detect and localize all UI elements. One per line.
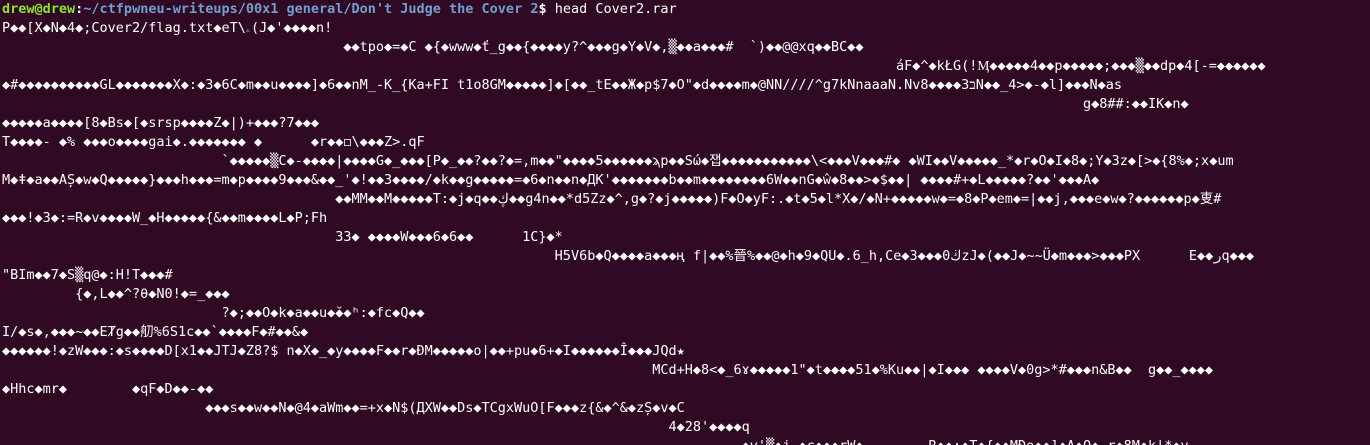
output-line: ◆◆◆!◆3◆:=R◆v◆◆◆◆W_◆H◆◆◆◆◆{&◆◆m◆◆◆◆L◆P;Fh <box>2 210 328 226</box>
prompt-line: drew@drew:~/ctfpwneu-writeups/00x1 gener… <box>2 0 1370 19</box>
prompt-path: ~/ctfpwneu-writeups/00x1 general/Don't J… <box>83 1 539 17</box>
output-line: MCd+H◆8<◆_6ɤ◆◆◆◆◆1"◆t◆◆◆◆51◆%Ku◆◆|◆I◆◆◆ … <box>2 362 1214 378</box>
output-line: ?◆;◆◆O◆k◆a◆◆u◆̆◆◆ʰ:◆fc◆Q◆◆ <box>2 305 425 321</box>
prompt-dollar: $ <box>538 1 555 17</box>
command-text: head Cover2.rar <box>554 1 677 17</box>
output-line: ◆◆◆◆◆◆!◆zW◆◆◆:◆s◆◆◆◆D[x1◆◆JTJ◆Z8?$ n◆X◆_… <box>2 343 685 359</box>
output-line: `◆◆◆◆◆▒C◆-◆◆◆◆|◆◆◆◆G◆_◆◆◆[P◆_◆◆?◆◆?◆=,m◆… <box>2 153 1234 169</box>
output-line: 4◆28'◆◆◆◆q <box>2 419 750 435</box>
output-line: ◆◆tpo◆=◆C ◆{◆www◆ť_g◆◆{◆◆◆◆y?^◆◆◆g◆Y◆V◆,… <box>2 39 864 55</box>
output-line: ◆v'▒◆j ◆c◆◆◆rW◆ R◆◆;◆T◆{◆◆MĐo◆◆]◆A◆Q◆-r◆… <box>2 437 1370 445</box>
output-line: H5V6b◆Q◆◆◆◆a◆◆◆ң f|◆◆%晉%◆◆@◆h◆9◆QՍ◆.6_h,… <box>2 248 1254 264</box>
output-line: M◆ǂ◆a◆◆AȘ◆w◆Q◆◆◆◆◆}◆◆◆h◆◆◆=m◆p◆◆◆◆9◆◆◆&◆… <box>2 172 1100 188</box>
output-line: ◆◆MM◆◆M◆◆◆◆◆T:◆j◆q◆◆ڮ◆◆g4n◆◆*d5Zz◆^,g◆?◆… <box>2 191 1222 207</box>
output-line: 33◆ ◆◆◆◆W◆◆◆6◆6◆◆ 1C}◆* <box>2 229 563 245</box>
output-line: ◆Hhc◆mr◆ ◆qF◆D◆◆-◆◆ <box>2 381 214 397</box>
output-line: ◆#◆◆◆◆◆◆◆◆◆◆GL◆◆◆◆◆◆◆X◆:◆3◆6C◆m◆◆u◆◆◆◆]◆… <box>2 77 1123 93</box>
output-line: g◆8##:◆◆IK◆n◆ <box>2 96 1189 112</box>
output-line: I/◆s◆,◆◆◆~◆◆EȾg◆◆舠%6S1c◆◆`◆◆◆◆F◆#◆◆&◆ <box>2 324 309 340</box>
output-line: ◆◆◆s◆◆w◆◆N◆@4◆aWm◆◆=+x◆N$(ДXW◆◆Ds◆TCgxWu… <box>2 400 685 416</box>
output-line: "BIm◆◆7◆S▒q@◆:H!T◆◆◆# <box>2 267 173 283</box>
terminal-window[interactable]: drew@drew:~/ctfpwneu-writeups/00x1 gener… <box>0 0 1370 445</box>
output-line: ◆◆◆◆◆a◆◆◆◆[8◆Bs◆[◆srsp◆◆◆◆Z◆|)+◆◆◆?7◆◆◆ <box>2 115 319 131</box>
output-line: {◆,L◆◆^?θ◆N0!◆=_◆◆◆ <box>2 286 230 302</box>
output-line: áF◆^◆kŁG(!Ӎ◆◆◆◆◆4◆◆p◆◆◆◆◆;◆◆◆▒◆◆dp◆4[-=◆… <box>2 58 1266 74</box>
prompt-user-host: drew@drew <box>2 1 76 17</box>
output-line: T◆◆◆◆- ◆% ◆◆◆o◆◆◆◆gai◆.◆◆◆◆◆◆◆ ◆ ◆r◆◆◻\◆… <box>2 134 425 150</box>
output-line: P◆◆[X◆N◆4◆;Cover2/flag.txt◆eT\ۦ(J◆'◆◆◆◆n… <box>2 20 333 36</box>
